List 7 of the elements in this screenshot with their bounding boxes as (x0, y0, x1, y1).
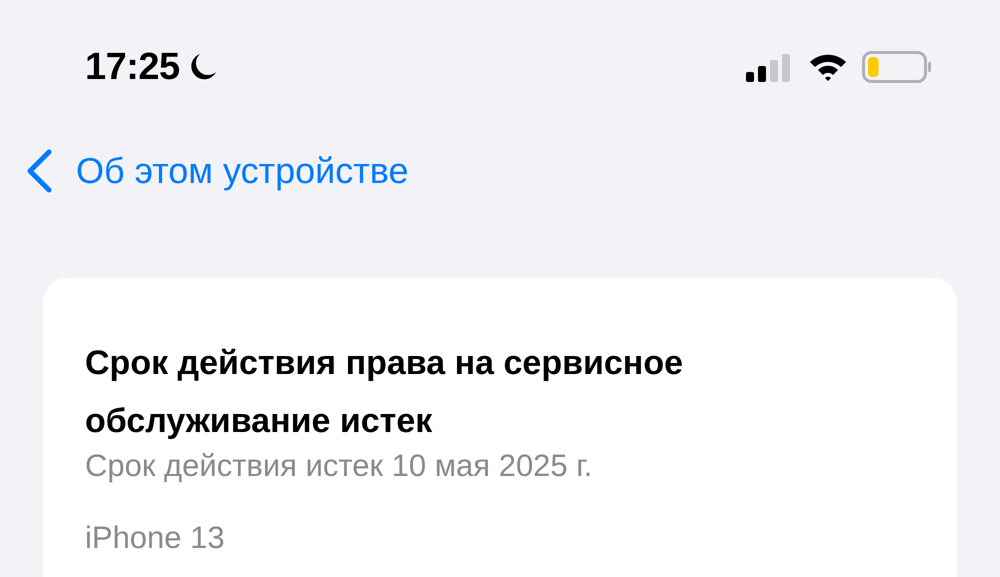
card-subtitle: Срок действия истек 10 мая 2025 г. (85, 447, 594, 485)
status-time: 17:25 (85, 46, 180, 88)
device-name: iPhone 13 (85, 520, 226, 556)
back-link[interactable]: Об этом устройстве (76, 150, 409, 192)
card-title: Срок действия права на сервисное обслуживание истек (85, 343, 684, 442)
battery-icon (862, 51, 932, 83)
wifi-icon (808, 52, 848, 82)
